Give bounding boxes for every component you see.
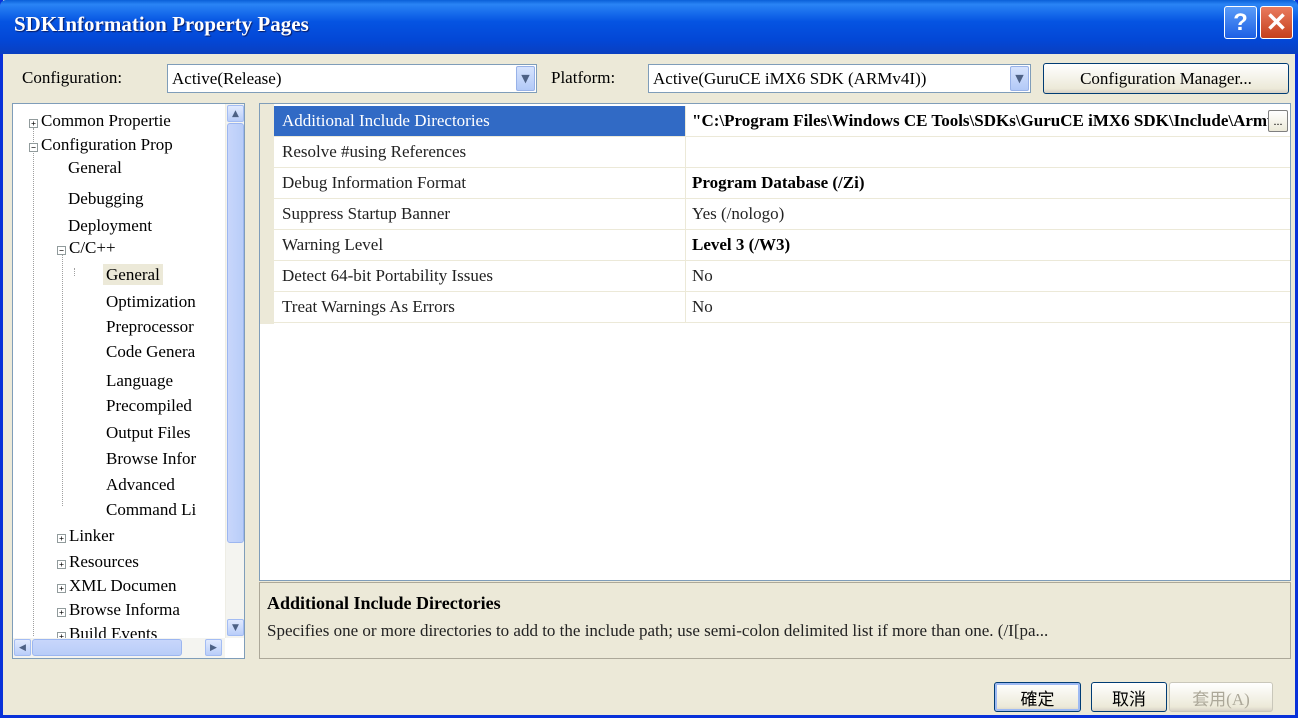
tree-item-command-line[interactable]: Command Li [106, 499, 196, 520]
property-value[interactable]: Level 3 (/W3) [687, 230, 1287, 260]
property-value[interactable]: No [687, 261, 1287, 291]
expand-icon[interactable]: + [57, 584, 66, 593]
scroll-thumb[interactable] [32, 639, 182, 656]
tree-line [33, 128, 34, 636]
tree-horizontal-scrollbar[interactable]: ◀ ▶ [13, 638, 225, 658]
description-title: Additional Include Directories [267, 593, 501, 613]
property-value[interactable]: Program Database (/Zi) [687, 168, 1287, 198]
property-value[interactable]: "C:\Program Files\Windows CE Tools\SDKs\… [687, 106, 1287, 136]
property-name: Debug Information Format [274, 168, 686, 198]
property-value[interactable] [687, 137, 1287, 167]
tree-line [74, 268, 75, 276]
window-title: SDKInformation Property Pages [14, 12, 309, 36]
tree-item-optimization[interactable]: Optimization [106, 291, 196, 312]
property-row[interactable]: Detect 64-bit Portability Issues No [274, 261, 1290, 292]
expand-icon[interactable]: + [29, 119, 38, 128]
tree-item-cpp[interactable]: C/C++ [69, 237, 116, 258]
tree-item-debugging[interactable]: Debugging [68, 188, 144, 209]
collapse-icon[interactable]: − [29, 143, 38, 152]
property-name: Additional Include Directories [274, 106, 686, 136]
tree-item-preprocessor[interactable]: Preprocessor [106, 316, 194, 337]
property-name: Warning Level [274, 230, 686, 260]
tree-item-browse-information[interactable]: Browse Informa [69, 599, 180, 620]
tree-item-general[interactable]: General [68, 157, 122, 178]
ok-button[interactable]: 確定 [994, 682, 1081, 712]
chevron-down-icon[interactable]: ▼ [1010, 66, 1029, 91]
property-name: Treat Warnings As Errors [274, 292, 686, 322]
property-value[interactable]: Yes (/nologo) [687, 199, 1287, 229]
close-icon[interactable]: ✕ [1260, 6, 1293, 39]
tree-item-resources[interactable]: Resources [69, 551, 139, 572]
property-name: Detect 64-bit Portability Issues [274, 261, 686, 291]
expand-icon[interactable]: + [57, 560, 66, 569]
property-value[interactable]: No [687, 292, 1287, 322]
platform-label: Platform: [551, 68, 616, 87]
configuration-manager-button[interactable]: Configuration Manager... [1043, 63, 1289, 94]
collapse-icon[interactable]: − [57, 246, 66, 255]
property-row[interactable]: Warning Level Level 3 (/W3) [274, 230, 1290, 261]
tree-item-common-properties[interactable]: Common Propertie [41, 110, 171, 131]
cancel-button[interactable]: 取消 [1091, 682, 1167, 712]
property-name: Resolve #using References [274, 137, 686, 167]
property-grid[interactable]: Additional Include Directories "C:\Progr… [259, 103, 1291, 581]
tree-item-language[interactable]: Language [106, 370, 173, 391]
tree-item-browse-info[interactable]: Browse Infor [106, 448, 196, 469]
description-pane: Additional Include Directories Specifies… [259, 582, 1291, 659]
apply-button[interactable]: 套用(A) [1169, 682, 1273, 712]
platform-combo[interactable]: Active(GuruCE iMX6 SDK (ARMv4I)) ▼ [648, 64, 1031, 93]
tree-item-xml-document[interactable]: XML Documen [69, 575, 177, 596]
configuration-label: Configuration: [22, 68, 123, 87]
grid-gutter [260, 104, 274, 324]
configuration-value: Active(Release) [172, 69, 282, 88]
tree-item-output-files[interactable]: Output Files [106, 422, 191, 443]
tree-item-code-generation[interactable]: Code Genera [106, 341, 195, 362]
help-icon[interactable]: ? [1224, 6, 1257, 39]
tree-item-deployment[interactable]: Deployment [68, 215, 152, 236]
property-row[interactable]: Debug Information Format Program Databas… [274, 168, 1290, 199]
expand-icon[interactable]: + [57, 534, 66, 543]
expand-icon[interactable]: + [57, 608, 66, 617]
property-name: Suppress Startup Banner [274, 199, 686, 229]
tree-item-cpp-general[interactable]: General [103, 264, 163, 285]
description-text: Specifies one or more directories to add… [267, 621, 1049, 640]
tree-item-linker[interactable]: Linker [69, 525, 114, 546]
platform-value: Active(GuruCE iMX6 SDK (ARMv4I)) [653, 69, 927, 88]
scroll-right-icon[interactable]: ▶ [205, 639, 222, 656]
chevron-down-icon[interactable]: ▼ [516, 66, 535, 91]
tree-item-configuration-properties[interactable]: Configuration Prop [41, 134, 173, 155]
tree-item-advanced[interactable]: Advanced [106, 474, 175, 495]
title-bar[interactable]: SDKInformation Property Pages ? ✕ [0, 0, 1298, 54]
ellipsis-button[interactable]: ... [1268, 110, 1288, 132]
tree-item-precompiled[interactable]: Precompiled [106, 395, 192, 416]
tree-line [62, 246, 63, 506]
scroll-left-icon[interactable]: ◀ [14, 639, 31, 656]
tree-vertical-scrollbar[interactable]: ▲ ▼ [225, 104, 244, 638]
configuration-combo[interactable]: Active(Release) ▼ [167, 64, 537, 93]
scroll-up-icon[interactable]: ▲ [227, 105, 244, 122]
property-row[interactable]: Suppress Startup Banner Yes (/nologo) [274, 199, 1290, 230]
property-row[interactable]: Treat Warnings As Errors No [274, 292, 1290, 323]
scroll-down-icon[interactable]: ▼ [227, 619, 244, 636]
property-row[interactable]: Additional Include Directories "C:\Progr… [274, 106, 1290, 137]
property-pages-window: SDKInformation Property Pages ? ✕ Config… [0, 0, 1298, 718]
scroll-thumb[interactable] [227, 123, 244, 543]
property-tree[interactable]: + Common Propertie − Configuration Prop … [12, 103, 245, 659]
property-row[interactable]: Resolve #using References [274, 137, 1290, 168]
